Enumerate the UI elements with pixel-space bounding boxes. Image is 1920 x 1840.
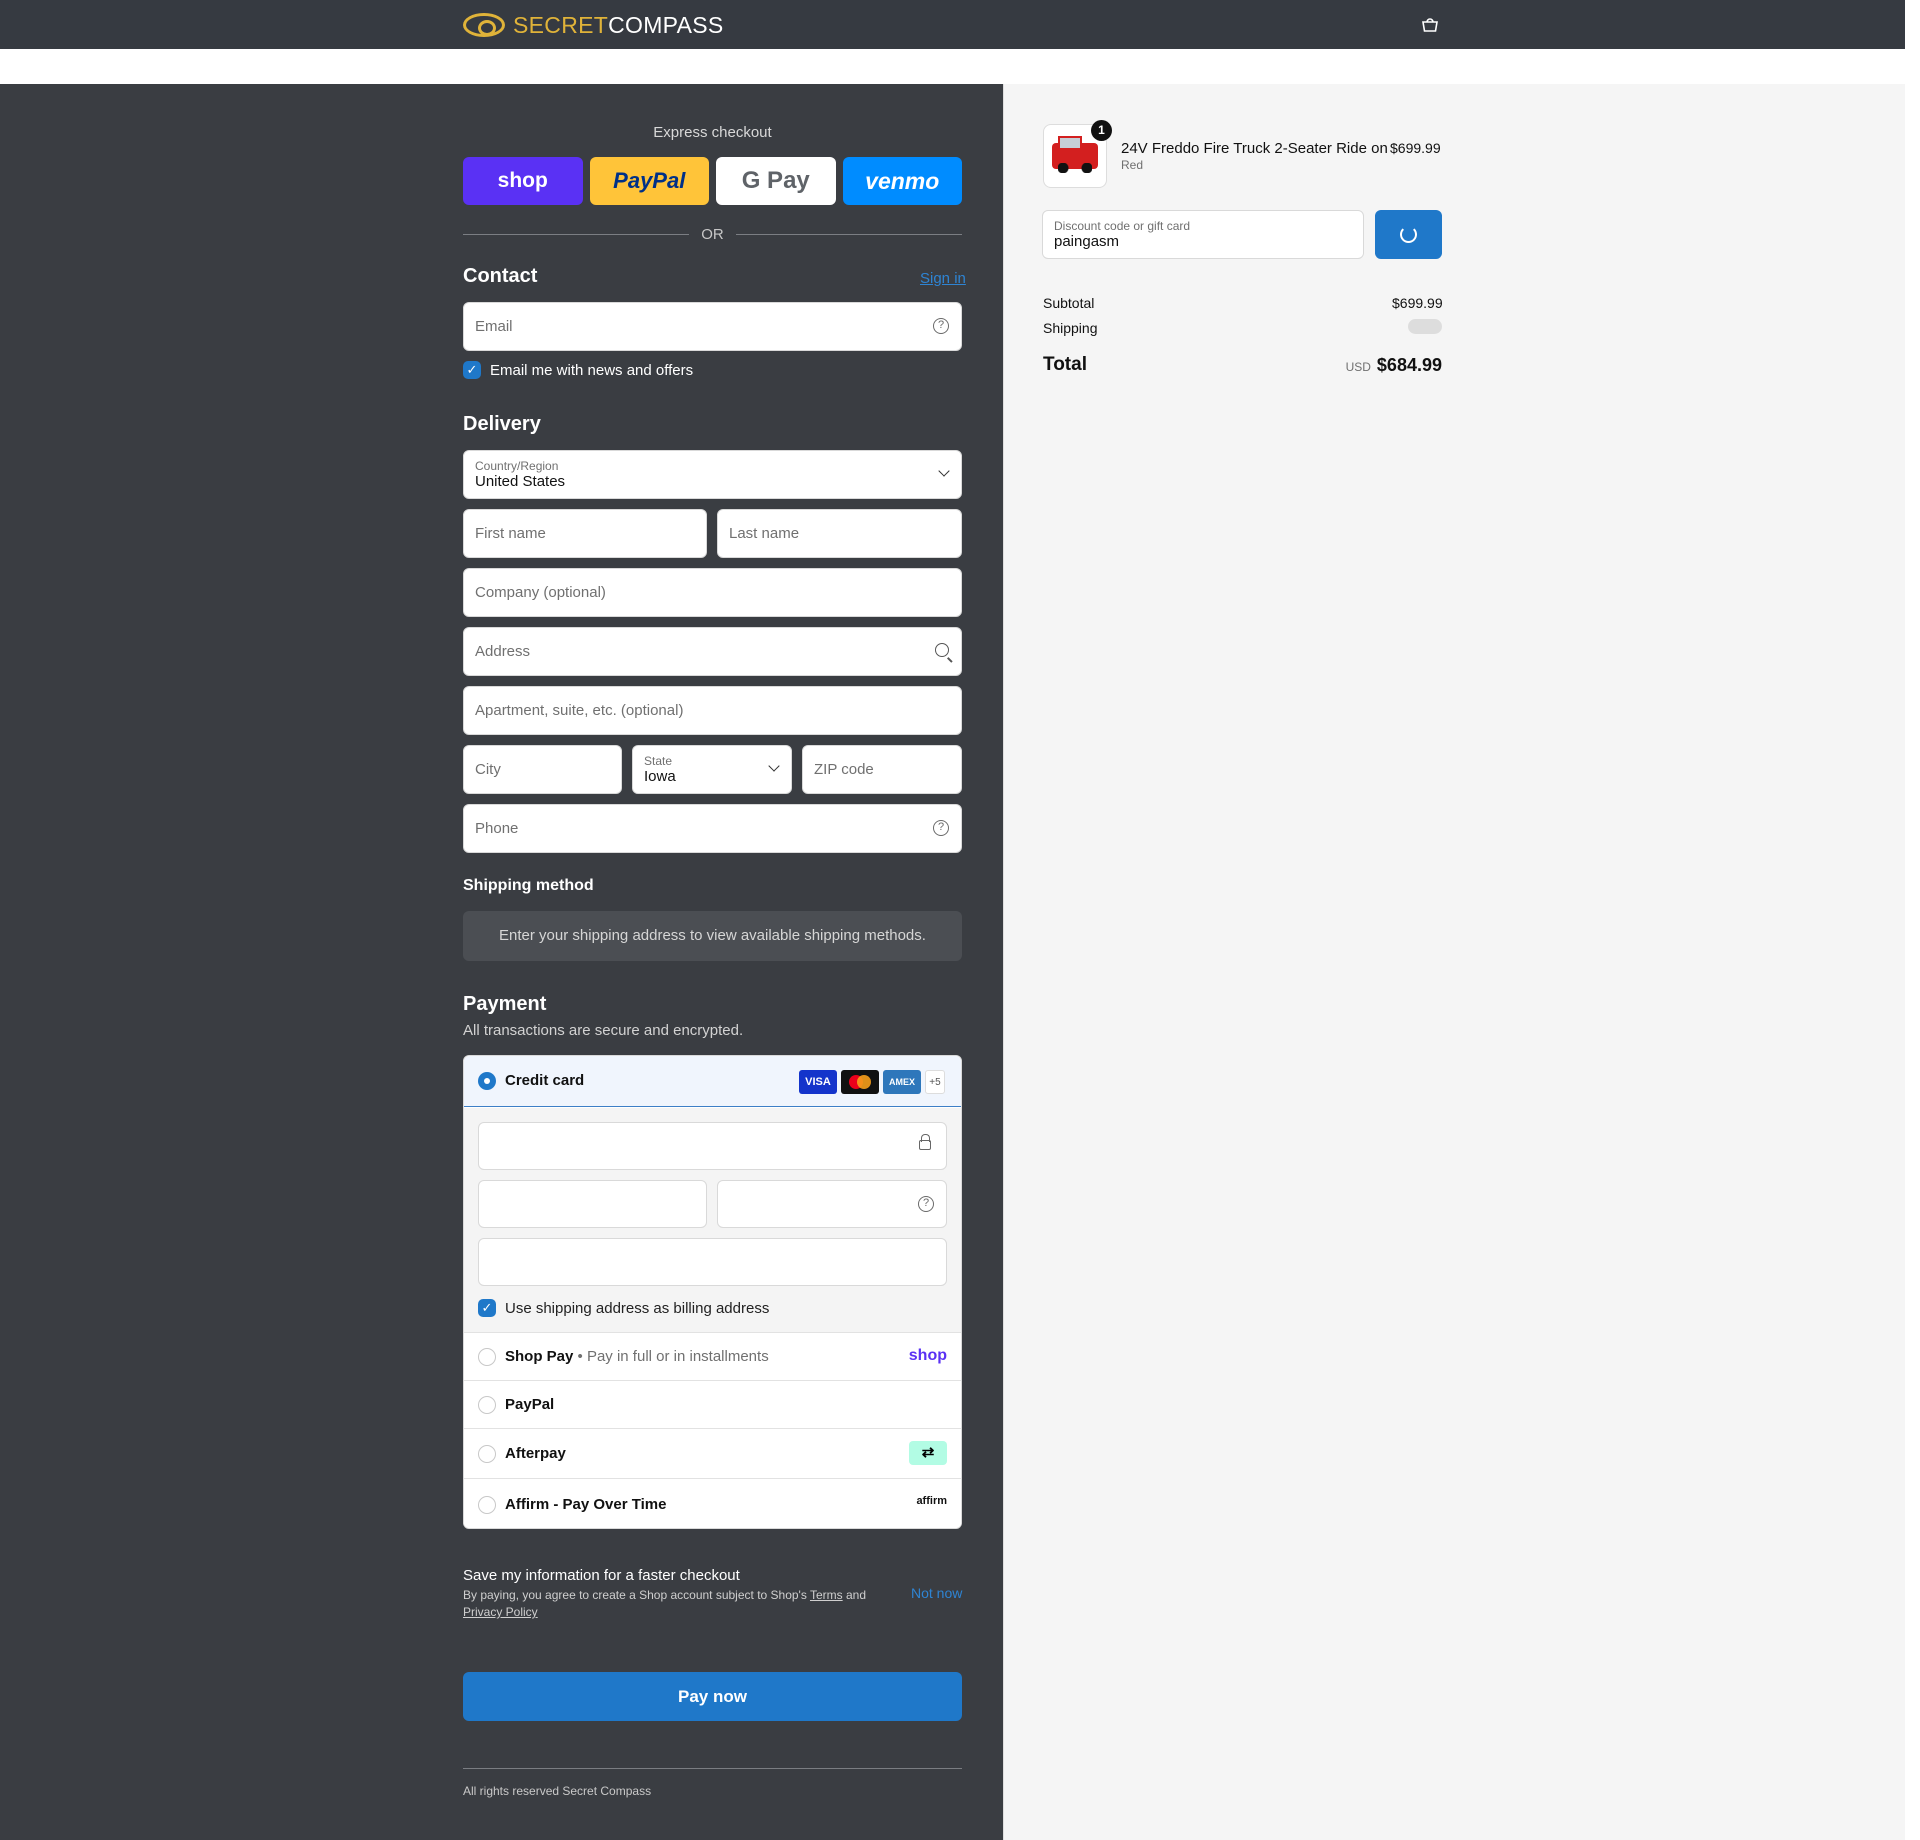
subtotal-label: Subtotal: [1043, 295, 1095, 311]
affirm-label: Affirm - Pay Over Time: [505, 1496, 667, 1513]
quantity-badge: 1: [1091, 120, 1112, 141]
or-divider: OR: [463, 225, 962, 243]
apply-discount-button[interactable]: [1375, 210, 1442, 259]
product-name: 24V Freddo Fire Truck 2-Seater Ride on: [1121, 140, 1388, 157]
terms-link[interactable]: Terms: [810, 1588, 843, 1602]
email-field[interactable]: Email ?: [463, 302, 962, 351]
afterpay-radio[interactable]: [478, 1445, 496, 1463]
visa-icon: VISA: [799, 1070, 837, 1094]
credit-card-label: Credit card: [505, 1072, 585, 1089]
order-summary-panel: [1003, 84, 1905, 1840]
scrollbar[interactable]: [1905, 0, 1920, 1840]
brand-name-part2: COMPASS: [608, 12, 724, 38]
afterpay-logo-icon: ⇄: [909, 1441, 947, 1465]
contact-heading: Contact: [463, 265, 538, 287]
product-price: $699.99: [1390, 140, 1441, 156]
lock-icon: [919, 1134, 931, 1150]
top-bar: SECRETCOMPASS: [0, 0, 1905, 49]
first-name-field[interactable]: First name: [463, 509, 707, 558]
expiration-field[interactable]: [478, 1180, 707, 1228]
shipping-label: Shipping: [1043, 320, 1098, 336]
news-label: Email me with news and offers: [490, 362, 694, 379]
not-now-link[interactable]: Not now: [911, 1585, 962, 1601]
privacy-policy-link[interactable]: Privacy Policy: [463, 1605, 538, 1619]
help-icon[interactable]: ?: [918, 1196, 934, 1212]
delivery-heading: Delivery: [463, 413, 541, 435]
paypal-option[interactable]: PayPal: [464, 1380, 961, 1428]
compass-logo-icon: [463, 13, 505, 37]
google-pay-button[interactable]: G Pay: [716, 157, 836, 205]
name-on-card-field[interactable]: [478, 1238, 947, 1286]
search-icon: [935, 643, 949, 657]
save-info-terms: By paying, you agree to create a Shop ac…: [463, 1588, 867, 1619]
chevron-down-icon: [768, 760, 780, 772]
subtotal-value: $699.99: [1392, 295, 1443, 311]
card-number-field[interactable]: [478, 1122, 947, 1170]
help-icon[interactable]: ?: [933, 820, 949, 836]
shipping-loading-placeholder: [1408, 319, 1442, 334]
address-field[interactable]: Address: [463, 627, 962, 676]
footer-divider: [463, 1768, 962, 1769]
shop-pay-sub: • Pay in full or in installments: [577, 1348, 769, 1365]
billing-checkbox[interactable]: ✓: [478, 1299, 496, 1317]
fire-truck-image: [1052, 136, 1098, 173]
discount-field[interactable]: Discount code or gift card paingasm: [1042, 210, 1364, 259]
shipping-method-heading: Shipping method: [463, 877, 594, 894]
express-checkout-title: Express checkout: [653, 124, 772, 141]
affirm-logo-icon: affirm: [916, 1495, 947, 1507]
total-label: Total: [1043, 354, 1087, 375]
save-info-title: Save my information for a faster checkou…: [463, 1567, 740, 1584]
news-checkbox[interactable]: ✓: [463, 361, 481, 379]
credit-card-radio[interactable]: [478, 1072, 496, 1090]
company-field[interactable]: Company (optional): [463, 568, 962, 617]
venmo-button[interactable]: venmo: [842, 157, 962, 205]
brand-logo[interactable]: SECRETCOMPASS: [463, 12, 724, 38]
loading-spinner-icon: [1400, 226, 1417, 243]
shop-pay-radio[interactable]: [478, 1348, 496, 1366]
product-variant: Red: [1121, 158, 1144, 172]
amex-icon: AMEX: [883, 1070, 921, 1094]
shipping-method-note: Enter your shipping address to view avai…: [463, 911, 962, 961]
zip-field[interactable]: ZIP code: [802, 745, 962, 794]
afterpay-option[interactable]: Afterpay ⇄: [464, 1428, 961, 1478]
paypal-radio[interactable]: [478, 1396, 496, 1414]
affirm-option[interactable]: Affirm - Pay Over Time affirm: [464, 1478, 961, 1528]
mastercard-icon: [841, 1070, 879, 1094]
credit-card-form: ? ✓ Use shipping address as billing addr…: [464, 1108, 961, 1336]
payment-heading: Payment: [463, 993, 547, 1015]
billing-label: Use shipping address as billing address: [505, 1300, 770, 1317]
total-value: $684.99: [1376, 355, 1442, 375]
city-field[interactable]: City: [463, 745, 622, 794]
last-name-field[interactable]: Last name: [717, 509, 962, 558]
payment-options: Credit card VISA AMEX +5 ? ✓ Use shippin…: [463, 1055, 962, 1529]
bag-icon[interactable]: [1420, 16, 1440, 32]
paypal-button[interactable]: PayPal: [589, 157, 709, 205]
phone-field[interactable]: Phone ?: [463, 804, 962, 853]
chevron-down-icon: [938, 465, 950, 477]
credit-card-option[interactable]: Credit card VISA AMEX +5: [464, 1056, 961, 1107]
shop-pay-option[interactable]: Shop Pay • Pay in full or in installment…: [464, 1332, 961, 1380]
total-amount: USD $684.99: [1346, 355, 1442, 376]
help-icon[interactable]: ?: [933, 318, 949, 334]
sign-in-link[interactable]: Sign in: [920, 270, 966, 287]
brand-name-part1: SECRET: [513, 12, 609, 38]
header-spacer: [0, 49, 1905, 84]
shop-pay-button[interactable]: shop: [463, 157, 583, 205]
express-buttons: shop PayPal G Pay venmo: [463, 157, 962, 205]
currency-code: USD: [1345, 360, 1371, 374]
security-code-field[interactable]: ?: [717, 1180, 947, 1228]
paypal-label: PayPal: [505, 1396, 555, 1413]
state-select[interactable]: State Iowa: [632, 745, 792, 794]
shop-pay-label: Shop Pay: [505, 1348, 574, 1365]
shop-logo-icon: shop: [908, 1347, 947, 1364]
affirm-radio[interactable]: [478, 1496, 496, 1514]
payment-subtitle: All transactions are secure and encrypte…: [463, 1022, 744, 1039]
more-cards-badge: +5: [925, 1070, 945, 1094]
afterpay-label: Afterpay: [505, 1445, 566, 1462]
country-select[interactable]: Country/Region United States: [463, 450, 962, 499]
apartment-field[interactable]: Apartment, suite, etc. (optional): [463, 686, 962, 735]
footer-text: All rights reserved Secret Compass: [463, 1784, 652, 1798]
pay-now-button[interactable]: Pay now: [463, 1672, 962, 1721]
